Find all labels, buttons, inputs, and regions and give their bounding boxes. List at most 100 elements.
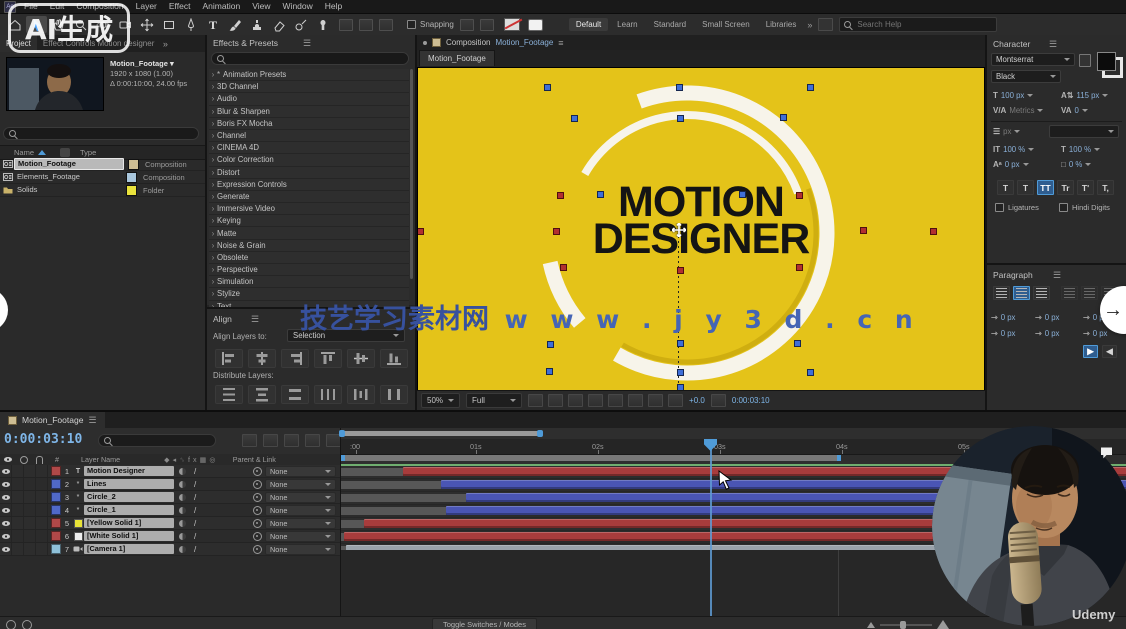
right-to-left-button[interactable]: ◀ — [1102, 345, 1117, 358]
snapping-control[interactable]: Snapping — [407, 20, 454, 29]
layer-color-label[interactable] — [51, 544, 61, 554]
effects-category[interactable]: ›*Animation Presets — [209, 69, 409, 81]
panel-menu-icon[interactable]: ☰ — [1049, 39, 1057, 50]
layer-lock-toggle[interactable] — [36, 465, 48, 477]
stroke-color-swatch[interactable] — [528, 19, 543, 31]
indent-end-field[interactable]: ⇾0 px — [1083, 329, 1107, 338]
layer-parent-dropdown[interactable]: None — [265, 492, 336, 503]
layer-row[interactable]: 3*Circle_2/None — [0, 491, 340, 504]
layer-switches[interactable]: / — [174, 545, 253, 554]
project-tab-chevron[interactable]: » — [163, 39, 168, 49]
menu-item-effect[interactable]: Effect — [163, 0, 197, 13]
layer-lock-toggle[interactable] — [36, 478, 48, 490]
layer-name[interactable]: [White Solid 1] — [84, 531, 174, 541]
tsume-control[interactable]: □0 % — [1061, 160, 1091, 169]
panel-menu-icon[interactable]: ☰ — [88, 415, 96, 426]
ligatures-checkbox[interactable]: Ligatures — [995, 203, 1039, 212]
align-bottom-button[interactable] — [380, 349, 408, 368]
timeline-search-box[interactable] — [98, 434, 216, 447]
quality-switch[interactable] — [179, 507, 186, 514]
layer-parent-dropdown[interactable]: None — [265, 518, 336, 529]
distribute-vertical-top-button[interactable] — [215, 385, 243, 404]
tracking-control[interactable]: VA0 — [1061, 106, 1088, 115]
workspace-overflow-chevron[interactable]: » — [807, 20, 812, 30]
layer-visibility-toggle[interactable] — [0, 478, 12, 490]
fill-color-none-swatch[interactable] — [504, 18, 520, 31]
distribute-horizontal-center-button[interactable] — [347, 385, 375, 404]
layer-switches[interactable]: / — [174, 506, 253, 515]
snapping-checkbox[interactable] — [407, 20, 416, 29]
effects-category[interactable]: ›Distort — [209, 167, 409, 179]
effects-category[interactable]: ›Blur & Sharpen — [209, 106, 409, 118]
layer-row[interactable]: 6[White Solid 1]/None — [0, 530, 340, 543]
layer-solo-toggle[interactable] — [24, 478, 36, 490]
panel-menu-icon[interactable]: ☰ — [303, 38, 311, 49]
font-size-control[interactable]: T100 px — [993, 91, 1033, 100]
layer-name[interactable]: Motion Designer — [84, 466, 174, 476]
menu-item-view[interactable]: View — [246, 0, 276, 13]
label-color-swatch[interactable] — [126, 172, 137, 183]
region-of-interest-icon[interactable] — [608, 394, 623, 407]
project-item[interactable]: SolidsFolder — [0, 184, 205, 197]
layer-row[interactable]: 4*Circle_1/None — [0, 504, 340, 517]
eraser-tool[interactable] — [268, 16, 289, 33]
expand-transfer-controls-icon[interactable] — [22, 620, 32, 629]
align-right-button[interactable] — [281, 349, 309, 368]
align-top-button[interactable] — [314, 349, 342, 368]
layer-lock-toggle[interactable] — [36, 543, 48, 555]
effects-category[interactable]: ›Generate — [209, 191, 409, 203]
left-to-right-button[interactable]: ▶ — [1083, 345, 1098, 358]
menu-item-layer[interactable]: Layer — [130, 0, 163, 13]
layer-parent-dropdown[interactable]: None — [265, 531, 336, 542]
distribute-horizontal-right-button[interactable] — [380, 385, 408, 404]
layer-name[interactable]: [Camera 1] — [84, 544, 174, 554]
snapshot-icon[interactable] — [528, 394, 543, 407]
parent-pickwhip-icon[interactable] — [253, 493, 262, 502]
parent-pickwhip-icon[interactable] — [253, 480, 262, 489]
layer-audio-toggle[interactable] — [12, 543, 24, 555]
space-before-field[interactable]: ⇾0 px — [1035, 313, 1059, 322]
layer-audio-toggle[interactable] — [12, 465, 24, 477]
align-left-button[interactable] — [215, 349, 243, 368]
layer-solo-toggle[interactable] — [24, 517, 36, 529]
fill-swatch[interactable] — [1097, 52, 1116, 71]
leading-control[interactable]: A⇅115 px — [1061, 91, 1108, 100]
parent-pickwhip-icon[interactable] — [253, 545, 262, 554]
effects-category[interactable]: ›Expression Controls — [209, 179, 409, 191]
effects-category[interactable]: ›Simulation — [209, 276, 409, 288]
effects-category[interactable]: ›Keying — [209, 215, 409, 227]
parent-pickwhip-icon[interactable] — [253, 506, 262, 515]
expand-layer-switches-icon[interactable] — [6, 620, 16, 629]
layer-switches[interactable]: / — [174, 480, 253, 489]
draft-3d-icon[interactable] — [263, 434, 278, 447]
layer-lock-toggle[interactable] — [36, 504, 48, 516]
layer-color-label[interactable] — [51, 505, 61, 515]
effects-category[interactable]: ›Perspective — [209, 264, 409, 276]
effects-category[interactable]: ›3D Channel — [209, 81, 409, 93]
layer-color-label[interactable] — [51, 531, 61, 541]
layer-visibility-toggle[interactable] — [0, 491, 12, 503]
current-time-display[interactable]: 0:00:03:10 — [4, 432, 82, 447]
parent-pickwhip-icon[interactable] — [253, 519, 262, 528]
panel-menu-icon[interactable]: ☰ — [251, 314, 259, 325]
layer-parent-dropdown[interactable]: None — [265, 466, 336, 477]
mask-feather-icon[interactable] — [339, 19, 353, 31]
layer-solo-toggle[interactable] — [24, 530, 36, 542]
viewer-tab[interactable]: Motion_Footage — [419, 50, 495, 66]
layer-name[interactable]: Circle_1 — [84, 505, 174, 515]
work-area-bar[interactable] — [341, 455, 841, 461]
mask-invert-icon[interactable] — [379, 19, 393, 31]
menu-item-window[interactable]: Window — [277, 0, 319, 13]
timeline-tab[interactable]: Motion_Footage ☰ — [0, 412, 105, 428]
composition-name[interactable]: Motion_Footage — [495, 38, 553, 47]
faux-style-button-3[interactable]: Tr — [1057, 180, 1074, 195]
layer-solo-toggle[interactable] — [24, 543, 36, 555]
grid-option-icon[interactable] — [480, 19, 494, 31]
frame-blending-icon[interactable] — [305, 434, 320, 447]
layer-row[interactable]: 1TMotion Designer/None — [0, 465, 340, 478]
show-snapshot-icon[interactable] — [548, 394, 563, 407]
layer-color-label[interactable] — [51, 466, 61, 476]
label-color-swatch[interactable] — [126, 185, 137, 196]
effects-category[interactable]: ›Matte — [209, 227, 409, 239]
align-center-button[interactable] — [1013, 286, 1030, 300]
